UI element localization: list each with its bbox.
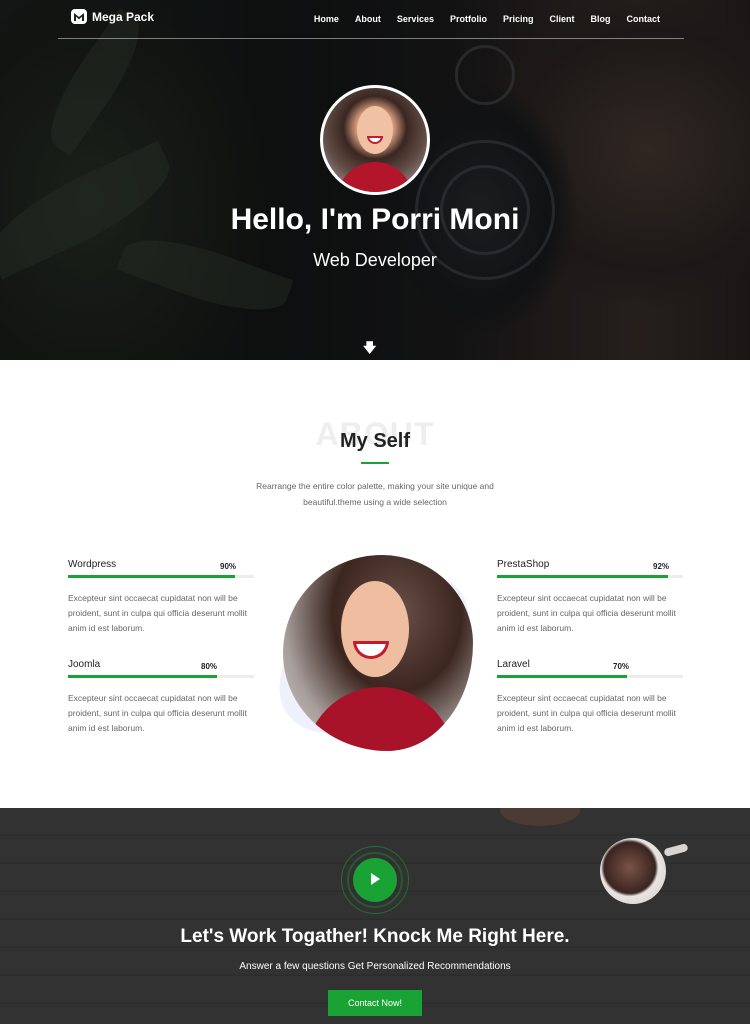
skill-progress-bar bbox=[68, 675, 254, 678]
about-description: Rearrange the entire color palette, maki… bbox=[256, 481, 494, 507]
skill-percent: 90% bbox=[220, 562, 237, 571]
skill-name: Wordpress bbox=[68, 559, 117, 570]
skill-description: Excepteur sint occaecat cupidatat non wi… bbox=[68, 593, 247, 633]
about-section: ABOUT My Self Rearrange the entire color… bbox=[0, 360, 750, 808]
about-title: My Self bbox=[339, 430, 411, 452]
brand-logo[interactable]: Mega Pack bbox=[71, 9, 154, 24]
skill-progress-bar bbox=[497, 675, 683, 678]
skill-progress-bar bbox=[68, 575, 254, 578]
nav-item-pricing[interactable]: Pricing bbox=[495, 14, 542, 24]
hero-title: Hello, I'm Porri Moni bbox=[230, 203, 520, 236]
skill-percent: 70% bbox=[613, 662, 630, 671]
title-underline bbox=[361, 462, 389, 464]
skill-name: Joomla bbox=[68, 659, 101, 670]
nav-item-services[interactable]: Services bbox=[389, 14, 442, 24]
play-icon[interactable] bbox=[353, 858, 397, 902]
top-navigation: Mega Pack Home About Services Protfolio … bbox=[58, 0, 684, 39]
hero-subtitle: Web Developer bbox=[313, 250, 437, 270]
nav-item-client[interactable]: Client bbox=[541, 14, 582, 24]
contact-now-button[interactable]: Contact Now! bbox=[328, 990, 422, 1016]
nav-item-portfolio[interactable]: Protfolio bbox=[442, 14, 495, 24]
skill-name: PrestaShop bbox=[497, 559, 550, 570]
cta-section: Let's Work Togather! Knock Me Right Here… bbox=[0, 808, 750, 1024]
skill-description: Excepteur sint occaecat cupidatat non wi… bbox=[68, 693, 247, 733]
nav-item-about[interactable]: About bbox=[347, 14, 389, 24]
skill-name: Laravel bbox=[497, 659, 530, 670]
nav-item-home[interactable]: Home bbox=[306, 14, 347, 24]
skill-percent: 80% bbox=[201, 662, 218, 671]
skill-description: Excepteur sint occaecat cupidatat non wi… bbox=[497, 693, 676, 733]
nav-item-contact[interactable]: Contact bbox=[619, 14, 669, 24]
nav-item-blog[interactable]: Blog bbox=[583, 14, 619, 24]
cta-subtitle: Answer a few questions Get Personalized … bbox=[239, 961, 511, 972]
arrow-down-icon[interactable]: 🡇 bbox=[363, 341, 376, 354]
cta-coffee-cup-decoration bbox=[600, 838, 666, 904]
hero-avatar bbox=[320, 85, 430, 195]
mega-pack-logo-icon bbox=[71, 9, 87, 24]
cta-flowers-decoration bbox=[500, 808, 580, 826]
skill-progress-bar bbox=[497, 575, 683, 578]
hero-section: Mega Pack Home About Services Protfolio … bbox=[0, 0, 750, 360]
hero-avatar-photo bbox=[323, 88, 427, 192]
nav-menu: Home About Services Protfolio Pricing Cl… bbox=[306, 14, 668, 24]
skill-percent: 92% bbox=[653, 562, 670, 571]
brand-name: Mega Pack bbox=[92, 9, 155, 24]
skill-description: Excepteur sint occaecat cupidatat non wi… bbox=[497, 593, 676, 633]
cta-title: Let's Work Togather! Knock Me Right Here… bbox=[180, 926, 570, 947]
